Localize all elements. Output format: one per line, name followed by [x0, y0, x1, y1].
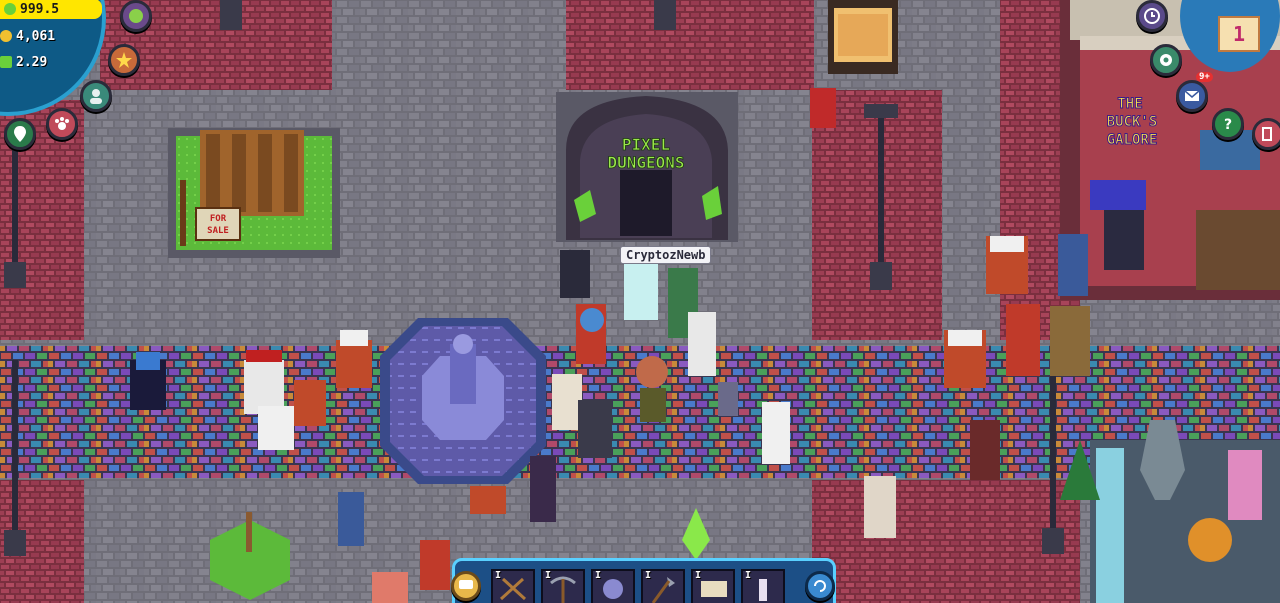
mail-icon: [1184, 90, 1200, 101]
sale-sign-line2: SALE: [207, 226, 229, 236]
character-sprite[interactable]: [130, 352, 166, 410]
hotbar-slot-3[interactable]: I: [591, 569, 635, 603]
player-name-tag: CryptozNewb: [620, 246, 712, 264]
refresh-icon: [814, 580, 826, 592]
player-ghost-avatar[interactable]: [624, 264, 658, 320]
chat-button[interactable]: [451, 571, 481, 601]
clock-button[interactable]: [1136, 0, 1168, 32]
cycle-hotbar-button[interactable]: [805, 571, 835, 601]
teddy-bear: [1188, 518, 1232, 562]
character-sprite[interactable]: [688, 312, 716, 376]
svg-text:?: ?: [1224, 117, 1232, 133]
star-icon: [116, 52, 132, 68]
item-hotbar[interactable]: I I I I I I: [451, 558, 836, 603]
character-sprite[interactable]: [552, 374, 582, 430]
energy-value: 999.5: [20, 1, 60, 17]
character-sprite[interactable]: [944, 330, 986, 388]
globe-icon: [129, 9, 143, 23]
character-sprite[interactable]: [578, 400, 612, 458]
character-sprite[interactable]: [636, 356, 668, 422]
for-sale-sign[interactable]: FOR SALE: [195, 207, 241, 241]
lamp-base: [654, 0, 676, 30]
coins-counter: 4,061: [0, 26, 55, 46]
pets-button[interactable]: [46, 108, 78, 140]
character-sprite[interactable]: [372, 572, 408, 603]
character-sprite[interactable]: [1006, 304, 1040, 376]
lamp-base: [220, 0, 242, 30]
pixel-gem-icon: [0, 56, 12, 68]
land-button[interactable]: [120, 0, 152, 32]
character-sprite[interactable]: [718, 382, 738, 416]
plaza-fountain[interactable]: [380, 318, 546, 484]
character-sprite[interactable]: [810, 88, 836, 128]
character-sprite[interactable]: [1050, 306, 1090, 376]
dungeon-sign-line2: DUNGEONS: [607, 153, 684, 172]
town-plaza-scene[interactable]: FOR SALE PIXEL DUNGEONS THE BUCK'S GALOR…: [0, 0, 1280, 603]
energy-icon: [4, 3, 16, 15]
hotbar-slot-2[interactable]: I: [541, 569, 585, 603]
character-sprite[interactable]: [560, 250, 590, 298]
character-sprite[interactable]: [470, 486, 506, 514]
map-button[interactable]: [4, 118, 36, 150]
question-icon: ?: [1224, 117, 1232, 133]
help-button[interactable]: ?: [1212, 108, 1244, 140]
character-sprite[interactable]: [294, 380, 326, 426]
shop-sign-line2: BUCK'S: [1107, 114, 1158, 130]
shop-sign-line3: GALORE: [1107, 132, 1158, 148]
character-sprite[interactable]: [338, 492, 364, 546]
calendar-day: 1: [1218, 16, 1260, 52]
pixel-value: 2.29: [16, 54, 48, 70]
pink-statue: [1228, 450, 1262, 520]
notice-board[interactable]: [828, 0, 898, 74]
character-sprite[interactable]: [864, 476, 896, 538]
character-sprite[interactable]: [244, 350, 284, 414]
hotbar-slot-6[interactable]: I: [741, 569, 785, 603]
character-sprite[interactable]: [530, 456, 556, 522]
character-sprite[interactable]: [576, 304, 606, 364]
character-sprite[interactable]: [762, 402, 790, 464]
map-pin-icon: [14, 126, 26, 142]
brick-plot: [812, 480, 1080, 603]
game-viewport[interactable]: FOR SALE PIXEL DUNGEONS THE BUCK'S GALOR…: [0, 0, 1280, 603]
dungeon-sign-line1: PIXEL: [622, 135, 670, 154]
brick-plot: [566, 0, 814, 90]
mail-button[interactable]: [1176, 80, 1208, 112]
exit-icon: [1262, 127, 1272, 141]
pixel-counter: 2.29: [0, 52, 47, 72]
friends-button[interactable]: [80, 80, 112, 112]
character-sprite[interactable]: [986, 236, 1028, 294]
character-sprite[interactable]: [420, 540, 450, 590]
character-sprite[interactable]: [258, 406, 294, 450]
character-sprite[interactable]: [336, 330, 372, 388]
energy-counter: 999.5: [0, 0, 102, 19]
person-icon: [90, 89, 102, 104]
sale-sign-line1: FOR: [210, 214, 227, 224]
chat-bubble-icon: [459, 580, 473, 589]
pixel-dungeons-entrance[interactable]: PIXEL DUNGEONS: [556, 92, 738, 242]
gear-icon: [1160, 54, 1172, 66]
coins-value: 4,061: [16, 28, 56, 44]
shop-sign-line1: THE: [1117, 96, 1142, 112]
character-sprite[interactable]: [1058, 234, 1088, 296]
hotbar-slot-5[interactable]: I: [691, 569, 735, 603]
settings-button[interactable]: [1150, 44, 1182, 76]
clock-icon: [1144, 8, 1160, 24]
coin-icon: [0, 30, 12, 42]
character-sprite[interactable]: [970, 420, 1000, 480]
exit-button[interactable]: [1252, 118, 1280, 150]
hotbar-slot-4[interactable]: I: [641, 569, 685, 603]
notification-badge: 9+: [1196, 72, 1213, 82]
achievements-button[interactable]: [108, 44, 140, 76]
paw-icon: [55, 117, 69, 130]
hotbar-slot-1[interactable]: I: [491, 569, 535, 603]
